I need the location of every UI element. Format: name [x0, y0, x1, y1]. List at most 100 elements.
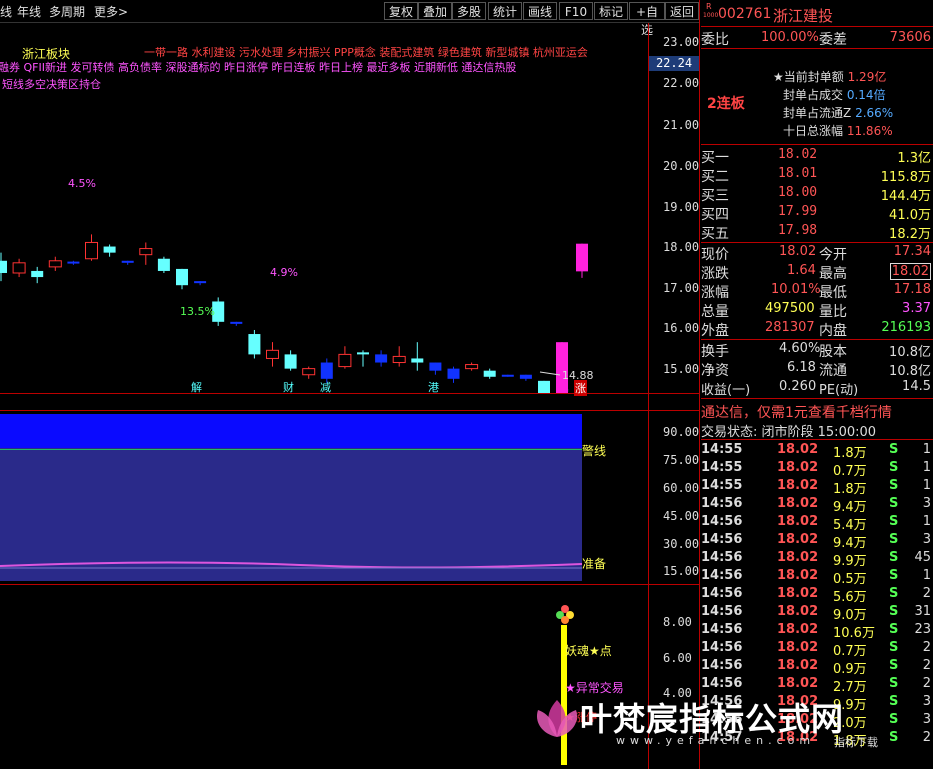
tick-price: 18.02 — [777, 568, 819, 583]
back-button[interactable]: 返回 — [665, 2, 699, 20]
tick-count: 1 — [922, 442, 931, 457]
tick-row: 14:56 18.02 0.9万 S 2 — [701, 658, 933, 677]
more-menu[interactable]: 更多> — [94, 3, 128, 20]
tick-price: 18.02 — [777, 586, 819, 601]
period-daily-tab[interactable]: 日线 — [0, 3, 12, 20]
multi-stock-button[interactable]: 多股 — [452, 2, 486, 20]
fuquan-button[interactable]: 复权 — [384, 2, 418, 20]
indicator-tick: 8.00 — [663, 615, 692, 629]
tick-volume: 0.7万 — [833, 644, 867, 659]
tick-price: 18.02 — [777, 550, 819, 565]
event-marker[interactable]: 财 — [283, 379, 294, 395]
tick-side: S — [889, 640, 899, 655]
tick-count: 2 — [922, 730, 931, 745]
candle[interactable] — [248, 329, 261, 359]
candle[interactable] — [157, 256, 170, 273]
bid-row[interactable]: 买二 18.01 115.8万 — [701, 166, 933, 185]
mark-button[interactable]: 标记 — [594, 2, 628, 20]
pct-label: 4.5% — [68, 177, 96, 190]
candle[interactable] — [375, 350, 388, 367]
tick-row: 14:56 18.02 0.7万 S 2 — [701, 640, 933, 659]
indicator-panel-1[interactable]: 警线 准备 — [0, 411, 648, 584]
tick-side: S — [889, 604, 899, 619]
tick-price: 18.02 — [777, 532, 819, 547]
candle[interactable] — [501, 374, 514, 377]
bid-row[interactable]: 买四 17.99 41.0万 — [701, 204, 933, 223]
bid-row[interactable]: 买一 18.02 1.3亿 — [701, 147, 933, 166]
indicator-tick: 60.00 — [663, 481, 700, 495]
upgrade-ad-link[interactable]: 通达信，仅需1元查看千档行情 — [701, 402, 892, 422]
tick-count: 1 — [922, 514, 931, 529]
multi-period-tab[interactable]: 多周期 — [49, 3, 85, 20]
candle[interactable] — [266, 342, 279, 367]
candle[interactable] — [48, 256, 62, 271]
seal-row: ★当前封单额 1.29亿 — [773, 70, 887, 84]
tick-count: 23 — [914, 622, 931, 637]
f10-button[interactable]: F10 — [559, 2, 593, 20]
candle[interactable] — [85, 234, 98, 261]
tick-price: 18.02 — [777, 460, 819, 475]
quote-row: 涨跌 1.64 最高 18.02 — [701, 263, 931, 282]
badge-top: R — [706, 2, 712, 11]
candle[interactable] — [429, 362, 442, 375]
event-marker[interactable]: 减 — [320, 379, 331, 395]
seal-row: 十日总涨幅 11.86% — [783, 124, 893, 138]
indicator-tick: 45.00 — [663, 509, 700, 523]
event-marker[interactable]: 涨 — [574, 380, 587, 396]
bid-row[interactable]: 买三 18.00 144.4万 — [701, 185, 933, 204]
candle[interactable] — [176, 268, 188, 290]
draw-line-button[interactable]: 画线 — [523, 2, 557, 20]
tick-count: 2 — [922, 658, 931, 673]
candle[interactable] — [67, 260, 80, 265]
tick-row: 14:55 18.02 1.8万 S 1 — [701, 478, 933, 497]
candle[interactable] — [556, 342, 568, 393]
candle[interactable] — [12, 258, 26, 278]
panel-divider — [0, 393, 700, 394]
divider — [701, 48, 933, 49]
candle[interactable] — [194, 281, 207, 286]
stats-button[interactable]: 统计 — [488, 2, 522, 20]
fin-row: 收益(一) 0.260 PE(动) 14.5 — [701, 379, 931, 398]
candle[interactable] — [447, 366, 460, 383]
candle[interactable] — [139, 242, 153, 265]
candle[interactable] — [357, 350, 369, 367]
candle[interactable] — [103, 244, 116, 257]
tick-count: 3 — [922, 694, 931, 709]
tick-row: 14:56 18.02 9.0万 S 31 — [701, 604, 933, 623]
candle[interactable] — [465, 362, 479, 371]
candle[interactable] — [121, 260, 134, 265]
price-tick: 21.00 — [663, 118, 700, 132]
divider — [701, 339, 933, 340]
event-marker[interactable]: 港 — [428, 379, 439, 395]
price-tick: 22.00 — [663, 76, 700, 90]
candlestick-plot — [0, 234, 588, 393]
price-tick: 19.00 — [663, 200, 700, 214]
candle[interactable] — [411, 342, 424, 371]
tick-side: S — [889, 586, 899, 601]
candle[interactable] — [519, 374, 532, 381]
tick-side: S — [889, 550, 899, 565]
candle[interactable] — [392, 346, 406, 367]
add-favorite-button[interactable]: +自选 — [629, 2, 665, 37]
divider — [701, 26, 933, 27]
price-tick: 18.00 — [663, 240, 700, 254]
candle[interactable] — [284, 350, 297, 371]
candle[interactable] — [338, 346, 352, 369]
candle[interactable] — [230, 321, 243, 326]
tick-volume: 0.7万 — [833, 464, 867, 479]
period-year-tab[interactable]: 年线 — [17, 3, 41, 20]
price-tick: 20.00 — [663, 159, 700, 173]
balloon-icon — [556, 605, 574, 624]
tick-count: 2 — [922, 640, 931, 655]
candle[interactable] — [538, 380, 550, 393]
candle[interactable] — [483, 368, 496, 379]
candle[interactable] — [302, 366, 316, 379]
bid-row[interactable]: 买五 17.98 18.2万 — [701, 223, 933, 242]
event-marker[interactable]: 解 — [191, 379, 202, 395]
candle[interactable] — [0, 252, 7, 282]
overlay-button[interactable]: 叠加 — [418, 2, 452, 20]
kline-chart[interactable]: 浙江板块 一带一路 水利建设 污水处理 乡村振兴 PPP概念 装配式建筑 绿色建… — [0, 23, 648, 396]
candle[interactable] — [31, 266, 44, 284]
candle[interactable] — [576, 243, 588, 278]
price-tick: 23.00 — [663, 35, 700, 49]
